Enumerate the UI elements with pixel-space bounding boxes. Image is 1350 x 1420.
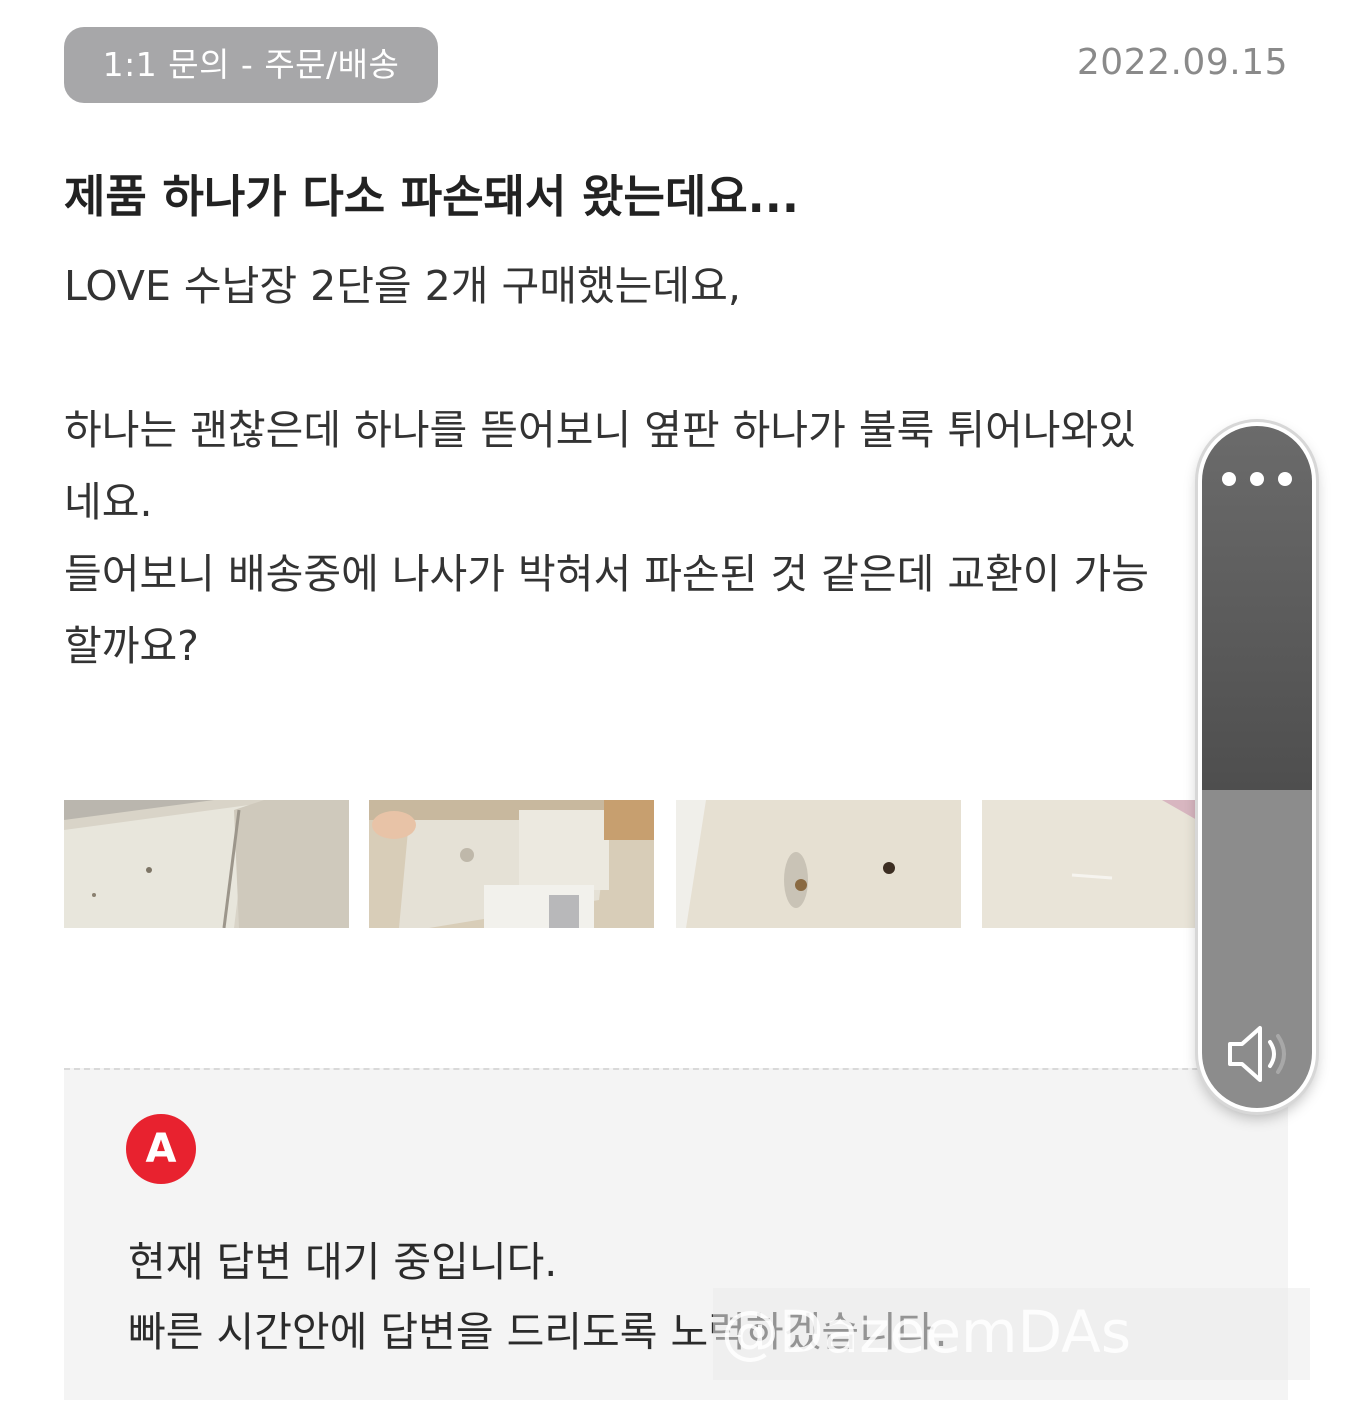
attachment-thumbnail-1[interactable] (64, 800, 349, 928)
post-date: 2022.09.15 (1076, 42, 1288, 83)
attachment-thumbnail-3[interactable] (676, 800, 961, 928)
question-title: 제품 하나가 다소 파손돼서 왔는데요... (64, 170, 799, 223)
attachment-thumbnail-2[interactable] (369, 800, 654, 928)
more-dots-icon[interactable] (1222, 472, 1292, 488)
speaker-icon[interactable] (1224, 1022, 1294, 1090)
category-badge: 1:1 문의 - 주문/배송 (64, 27, 438, 103)
question-body: LOVE 수납장 2단을 2개 구매했는데요, 하나는 괜찮은데 하나를 뜯어보… (64, 262, 1149, 670)
answer-badge: A (126, 1114, 196, 1184)
watermark-text: @DazeemDAs (721, 1298, 1132, 1366)
watermark: @DazeemDAs (713, 1288, 1310, 1380)
volume-slider[interactable] (1198, 422, 1316, 1112)
answer-status-text: 현재 답변 대기 중입니다. (128, 1238, 558, 1286)
